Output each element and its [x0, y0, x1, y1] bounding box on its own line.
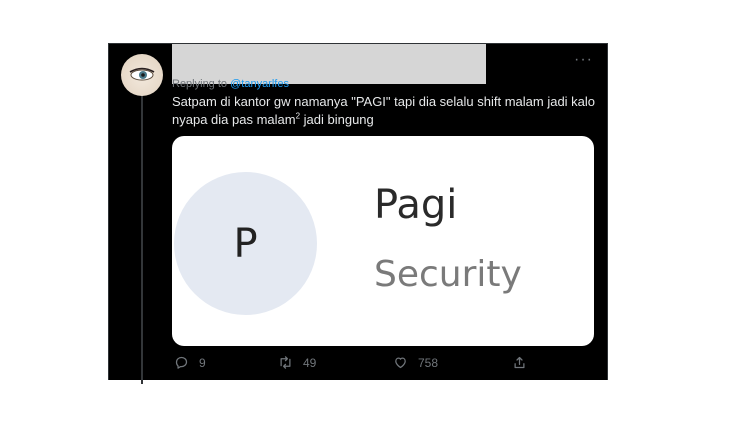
retweet-count: 49 [303, 355, 317, 370]
contact-role: Security [374, 254, 522, 295]
replying-handle[interactable]: @tanyarlfes [230, 78, 289, 90]
contact-avatar: P [174, 172, 317, 315]
retweet-button[interactable]: 49 [278, 355, 316, 370]
more-icon[interactable]: ··· [574, 52, 593, 68]
reply-button[interactable]: 9 [174, 355, 206, 370]
heart-icon [395, 357, 406, 369]
replying-prefix: Replying to [172, 78, 228, 90]
thread-line [141, 94, 143, 384]
avatar-eye-icon [129, 67, 155, 81]
reply-icon [175, 356, 188, 369]
contact-name: Pagi [374, 182, 458, 228]
like-count: 758 [418, 355, 439, 370]
tweet-card[interactable]: Replying to @tanyarlfes ··· Satpam di ka… [108, 43, 608, 384]
like-button[interactable]: 758 [393, 355, 438, 370]
replying-to: Replying to @tanyarlfes [172, 78, 289, 90]
user-avatar[interactable] [121, 54, 163, 96]
tweet-actions: 9 49 758 [172, 355, 592, 375]
contact-avatar-letter: P [233, 220, 258, 267]
share-button[interactable] [512, 355, 527, 370]
share-icon [514, 356, 525, 369]
reply-count: 9 [199, 355, 206, 370]
tweet-text-end: jadi bingung [300, 112, 374, 127]
retweet-icon [280, 356, 291, 369]
tweet-text-main: Satpam di kantor gw namanya "PAGI" tapi … [172, 94, 596, 127]
tweet-text: Satpam di kantor gw namanya "PAGI" tapi … [172, 93, 602, 129]
media-image[interactable]: P Pagi Security [172, 136, 594, 346]
